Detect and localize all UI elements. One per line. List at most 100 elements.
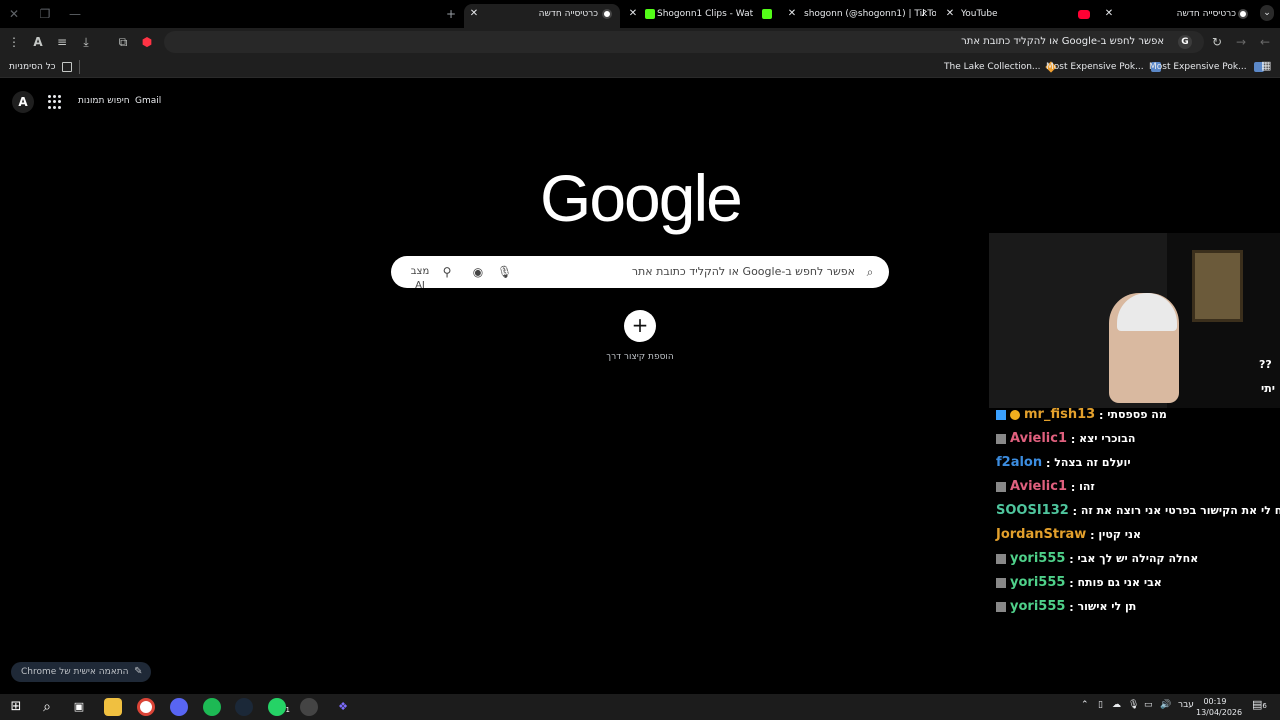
tiktok-icon: ♪ <box>921 9 927 19</box>
adblock-extension-icon[interactable]: ⬢ <box>139 34 155 50</box>
overlay-side-text: יתי <box>1261 382 1275 395</box>
address-bar[interactable]: אפשר לחפש ב-Google או להקליד כתובת אתר G <box>164 31 1204 53</box>
chat-badge-icon <box>996 409 1006 420</box>
whatsapp-icon[interactable]: 1 <box>268 698 290 716</box>
tab-youtube[interactable]: ✕ YouTube <box>942 4 1094 28</box>
microphone-icon[interactable]: 🎙 <box>497 265 512 279</box>
close-tab-icon[interactable]: ✕ <box>786 4 798 24</box>
tab-tiktok[interactable]: ✕ shogonn (@shogonn1) | TikTok ♪ <box>784 4 936 28</box>
tray-volume-icon[interactable]: 🔊 <box>1160 700 1171 710</box>
tab-label: כרטיסייה חדשה <box>1176 9 1236 19</box>
back-icon[interactable]: ← <box>1257 34 1273 50</box>
tray-language[interactable]: עבר <box>1178 700 1194 710</box>
chat-text: מה פספסתי <box>1107 408 1167 421</box>
tab-label: shogonn (@shogonn1) | TikTok <box>804 9 936 19</box>
close-tab-icon[interactable]: ✕ <box>468 4 480 24</box>
bookmark-pokemon-1[interactable]: Most Expensive Pok... <box>1046 60 1161 74</box>
forward-icon[interactable]: → <box>1233 34 1249 50</box>
chat-username: f2alon <box>996 455 1043 470</box>
search-box[interactable]: אפשר לחפש ב-Google או להקליד כתובת אתר ⌕… <box>391 256 889 291</box>
google-g-icon: G <box>1178 35 1192 49</box>
app-icon[interactable]: ❖ <box>334 698 352 716</box>
clock-date: 13/04/2026 <box>1196 708 1243 717</box>
chat-text: תן לי אישור <box>1077 600 1137 613</box>
chat-badge-icon <box>996 553 1006 564</box>
file-explorer-icon[interactable] <box>104 698 122 716</box>
chat-message: SOOSI132 : שלח לי את הקישור בפרטי אני רו… <box>996 500 1280 524</box>
lens-icon[interactable]: ◉ <box>471 265 485 279</box>
steam-icon[interactable] <box>235 698 253 716</box>
bookmark-lake-collection[interactable]: The Lake Collection... <box>944 60 1058 74</box>
chat-message: yori555 : אבי אני גם פותח <box>996 572 1280 596</box>
taskbar-clock[interactable]: 00:19 13/04/2026 <box>1196 696 1243 718</box>
chat-username: yori555 <box>1010 551 1066 566</box>
discord-icon[interactable] <box>170 698 188 716</box>
bookmark-pokemon-2[interactable]: Most Expensive Pok... <box>1149 60 1264 74</box>
browser-toolbar: ⋮ A ≡ ⤓ ⧉ ⬢ אפשר לחפש ב-Google או להקליד… <box>0 28 1280 56</box>
close-tab-icon[interactable]: ✕ <box>944 4 956 24</box>
kick-logo-icon <box>762 9 772 19</box>
chat-message: JordanStraw : אני קטין <box>996 527 1142 542</box>
restore-window-icon[interactable]: ❐ <box>37 6 53 22</box>
gmail-link[interactable]: Gmail <box>135 96 161 106</box>
bookmark-label: Most Expensive Pok... <box>1149 62 1247 72</box>
tab-new-tab[interactable]: ✕ כרטיסייה חדשה <box>1100 4 1250 28</box>
customize-chrome-button[interactable]: התאמה אישית של Chrome ✎ <box>11 662 151 682</box>
tab-strip: ✕ ❐ — + ✕ כרטיסייה חדשה ✕ Shogonn1 Clips… <box>0 0 1280 28</box>
tray-chevron-icon[interactable]: ⌃ <box>1081 700 1089 710</box>
youtube-icon <box>1078 10 1090 19</box>
stream-chat: mr_fish13 : מה פספסתי Avielic1 : הבוכרי … <box>996 404 1280 620</box>
notifications-icon[interactable]: ▤6 <box>1252 698 1267 711</box>
images-link[interactable]: חיפוש תמונות <box>78 96 130 106</box>
ai-mode-button[interactable]: מצב AI <box>405 265 435 291</box>
chat-username: Avielic1 <box>1010 431 1068 446</box>
chrome-icon <box>602 9 612 19</box>
task-view-icon[interactable]: ▣ <box>70 698 88 716</box>
chat-text: זהו <box>1079 480 1095 493</box>
obs-icon[interactable] <box>300 698 318 716</box>
all-bookmarks[interactable]: כל הסימניות <box>9 60 73 74</box>
tab-label: כרטיסייה חדשה <box>538 9 598 19</box>
new-tab-button[interactable]: + <box>443 6 459 22</box>
tray-device-icon[interactable]: ▯ <box>1098 700 1103 710</box>
spotify-icon[interactable] <box>203 698 221 716</box>
bookmark-divider <box>79 60 80 74</box>
tab-search-icon[interactable]: ⌄ <box>1260 5 1274 21</box>
chat-username: mr_fish13 <box>1024 407 1096 422</box>
reload-icon[interactable]: ↻ <box>1209 34 1225 50</box>
chrome-taskbar-icon[interactable] <box>137 698 155 716</box>
minimize-window-icon[interactable]: — <box>67 6 83 22</box>
tab-kick[interactable]: ✕ Shogonn1 Clips - Watch Li <box>625 4 775 28</box>
tray-cloud-icon[interactable]: ☁ <box>1112 700 1121 710</box>
tray-network-icon[interactable]: ▭ <box>1144 700 1153 710</box>
windows-start-icon[interactable]: ⊞ <box>7 698 25 716</box>
chat-text: שלח לי את הקישור בפרטי אני רוצה את זה <box>1080 504 1280 517</box>
tab-label: YouTube <box>961 9 998 19</box>
search-icon: ⌕ <box>866 265 874 279</box>
chat-username: yori555 <box>1010 575 1066 590</box>
add-shortcut-button[interactable]: + <box>624 310 656 342</box>
chat-username: yori555 <box>1010 599 1066 614</box>
close-tab-icon[interactable]: ✕ <box>1103 4 1115 24</box>
reading-list-icon[interactable]: ≡ <box>54 34 70 50</box>
add-shortcut-label: הוספת קיצור דרך <box>606 352 674 362</box>
chat-badge-icon <box>996 433 1006 444</box>
tab-new-tab-active[interactable]: ✕ כרטיסייה חדשה <box>464 4 620 28</box>
search-taskbar-icon[interactable]: ⌕ <box>38 698 56 716</box>
download-icon[interactable]: ⤓ <box>78 34 94 50</box>
google-apps-icon[interactable] <box>48 95 62 109</box>
apps-grid-icon[interactable]: ▦ <box>1261 59 1271 73</box>
tray-mic-icon[interactable]: 🎙 <box>1128 700 1139 710</box>
account-avatar[interactable]: A <box>12 91 34 113</box>
profile-icon[interactable]: A <box>30 34 46 50</box>
close-window-icon[interactable]: ✕ <box>6 6 22 22</box>
extensions-icon[interactable]: ⧉ <box>115 34 131 50</box>
chat-badge-icon <box>996 577 1006 588</box>
chat-message: f2alon : יועלם זה בצהל <box>996 455 1131 470</box>
address-bar-text: אפשר לחפש ב-Google או להקליד כתובת אתר <box>961 36 1164 47</box>
clock-time: 00:19 <box>1203 697 1227 706</box>
close-tab-icon[interactable]: ✕ <box>627 4 639 24</box>
chat-text: יועלם זה בצהל <box>1054 456 1131 469</box>
menu-kebab-icon[interactable]: ⋮ <box>6 34 22 50</box>
kick-icon <box>645 9 655 19</box>
